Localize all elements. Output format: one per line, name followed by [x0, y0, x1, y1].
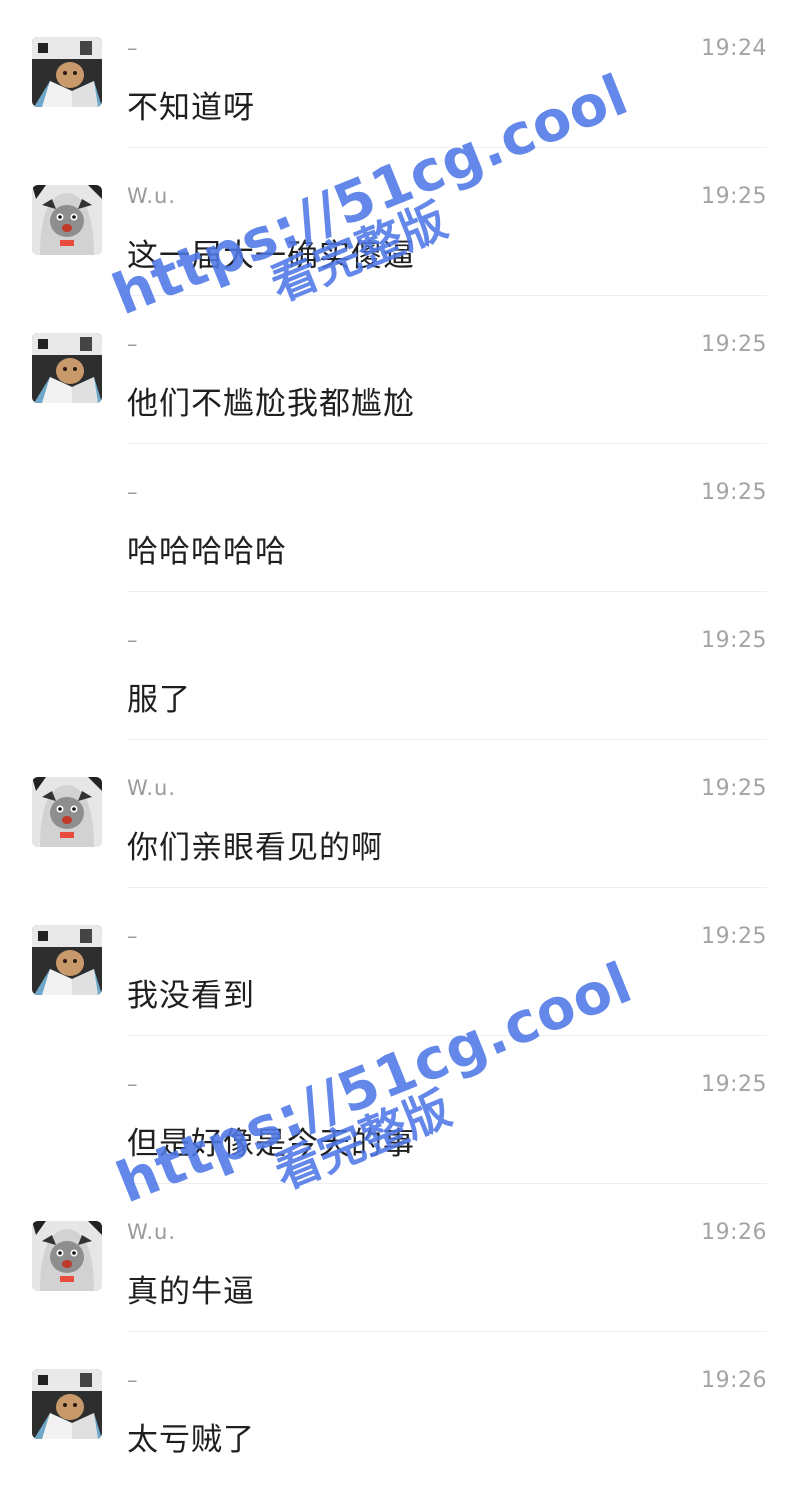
book-person-icon: [32, 37, 102, 107]
message-text: 你们亲眼看见的啊: [127, 830, 383, 866]
sender-name: –: [127, 36, 139, 60]
message-time: 19:25: [701, 480, 767, 505]
avatar-book-person[interactable]: [32, 37, 102, 107]
sender-name: W.u.: [127, 776, 177, 800]
message-text: 真的牛逼: [127, 1274, 255, 1310]
sender-name: –: [127, 332, 139, 356]
message-text: 但是好像是今天的事: [127, 1126, 415, 1162]
message-text: 不知道呀: [127, 90, 255, 126]
book-person-icon: [32, 1369, 102, 1439]
hooded-cat-icon: [32, 185, 102, 255]
avatar-hooded-cat[interactable]: [32, 185, 102, 255]
message-item[interactable]: W.u. 19:25 你们亲眼看见的啊: [0, 740, 800, 888]
message-time: 19:25: [701, 628, 767, 653]
message-text: 我没看到: [127, 978, 255, 1014]
hooded-cat-icon: [32, 777, 102, 847]
sender-name: W.u.: [127, 184, 177, 208]
message-item[interactable]: – 19:25 哈哈哈哈哈: [0, 444, 800, 592]
message-item[interactable]: W.u. 19:25 这一届大一确实傻逼: [0, 148, 800, 296]
avatar-hooded-cat[interactable]: [32, 777, 102, 847]
message-time: 19:24: [701, 36, 767, 61]
avatar-book-person[interactable]: [32, 1369, 102, 1439]
avatar-book-person[interactable]: [32, 333, 102, 403]
sender-name: –: [127, 1368, 139, 1392]
message-item[interactable]: – 19:25 他们不尴尬我都尴尬: [0, 296, 800, 444]
message-item[interactable]: W.u. 19:26 真的牛逼: [0, 1184, 800, 1332]
sender-name: –: [127, 924, 139, 948]
message-item[interactable]: – 19:25 但是好像是今天的事: [0, 1036, 800, 1184]
message-time: 19:25: [701, 776, 767, 801]
message-text: 太亏贼了: [127, 1422, 255, 1458]
book-person-icon: [32, 333, 102, 403]
message-time: 19:25: [701, 184, 767, 209]
avatar-hooded-cat[interactable]: [32, 1221, 102, 1291]
message-time: 19:25: [701, 924, 767, 949]
message-time: 19:26: [701, 1220, 767, 1245]
message-time: 19:25: [701, 332, 767, 357]
sender-name: W.u.: [127, 1220, 177, 1244]
message-item[interactable]: – 19:26 太亏贼了: [0, 1332, 800, 1480]
message-text: 这一届大一确实傻逼: [127, 238, 415, 274]
message-item[interactable]: – 19:24 不知道呀: [0, 0, 800, 148]
message-item[interactable]: – 19:25 服了: [0, 592, 800, 740]
sender-name: –: [127, 1072, 139, 1096]
book-person-icon: [32, 925, 102, 995]
hooded-cat-icon: [32, 1221, 102, 1291]
message-time: 19:25: [701, 1072, 767, 1097]
message-time: 19:26: [701, 1368, 767, 1393]
message-text: 他们不尴尬我都尴尬: [127, 386, 415, 422]
message-item[interactable]: – 19:25 我没看到: [0, 888, 800, 1036]
sender-name: –: [127, 628, 139, 652]
message-text: 服了: [127, 682, 191, 718]
sender-name: –: [127, 480, 139, 504]
avatar-book-person[interactable]: [32, 925, 102, 995]
message-text: 哈哈哈哈哈: [127, 534, 287, 570]
chat-message-list: – 19:24 不知道呀 W.u. 19:25 这一届大一确实傻逼 – 19:2…: [0, 0, 800, 1501]
